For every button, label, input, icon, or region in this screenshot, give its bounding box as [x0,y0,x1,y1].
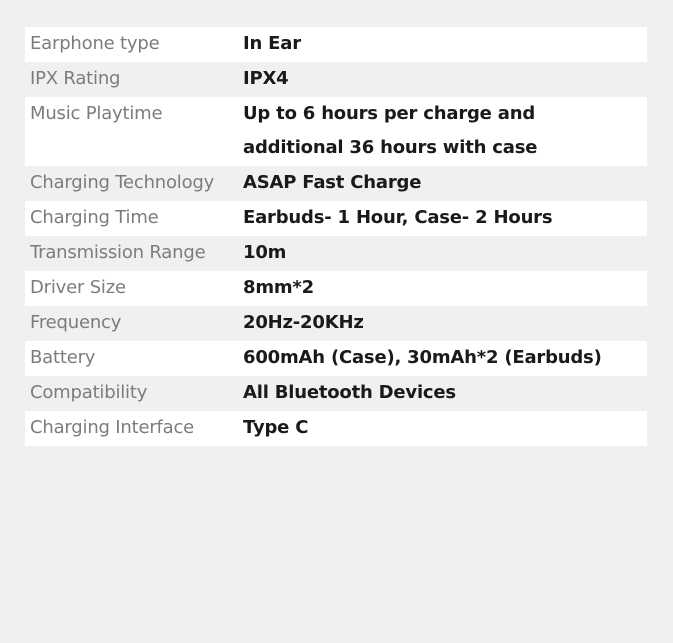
spec-row-earphone-type: Earphone type In Ear [25,27,647,62]
spec-row-charging-technology: Charging Technology ASAP Fast Charge [25,166,647,201]
spec-value: 10m [243,242,287,263]
spec-row-charging-time: Charging Time Earbuds- 1 Hour, Case- 2 H… [25,201,647,236]
spec-row-frequency: Frequency 20Hz-20KHz [25,306,647,341]
spec-label: Compatibility [30,382,148,403]
spec-row-ipx-rating: IPX Rating IPX4 [25,62,647,97]
spec-label: Driver Size [30,277,126,298]
spec-row-driver-size: Driver Size 8mm*2 [25,271,647,306]
spec-label: Charging Time [30,207,159,228]
spec-label: Transmission Range [30,242,206,263]
spec-label: Charging Interface [30,417,195,438]
spec-row-compatibility: Compatibility All Bluetooth Devices [25,376,647,411]
spec-table: Earphone type In Ear IPX Rating IPX4 Mus… [25,27,647,446]
spec-label: Frequency [30,312,122,333]
spec-value: In Ear [243,33,301,54]
spec-row-transmission-range: Transmission Range 10m [25,236,647,271]
spec-value: Type C [243,417,309,438]
spec-label: Earphone type [30,33,160,54]
spec-value: Earbuds- 1 Hour, Case- 2 Hours [243,207,553,228]
spec-value: ASAP Fast Charge [243,172,422,193]
spec-value: 20Hz-20KHz [243,312,364,333]
spec-table-body: Earphone type In Ear IPX Rating IPX4 Mus… [25,27,647,446]
spec-value: IPX4 [243,68,289,89]
spec-row-music-playtime: Music Playtime Up to 6 hours per charge … [25,97,647,166]
spec-row-charging-interface: Charging Interface Type C [25,411,647,446]
spec-label: Battery [30,347,96,368]
spec-value: 600mAh (Case), 30mAh*2 (Earbuds) [243,347,602,368]
spec-label: Music Playtime [30,103,163,124]
spec-row-battery: Battery 600mAh (Case), 30mAh*2 (Earbuds) [25,341,647,376]
spec-value: All Bluetooth Devices [243,382,456,403]
spec-label: IPX Rating [30,68,121,89]
spec-value: Up to 6 hours per charge and additional … [243,103,538,158]
spec-value: 8mm*2 [243,277,314,298]
spec-label: Charging Technology [30,172,215,193]
